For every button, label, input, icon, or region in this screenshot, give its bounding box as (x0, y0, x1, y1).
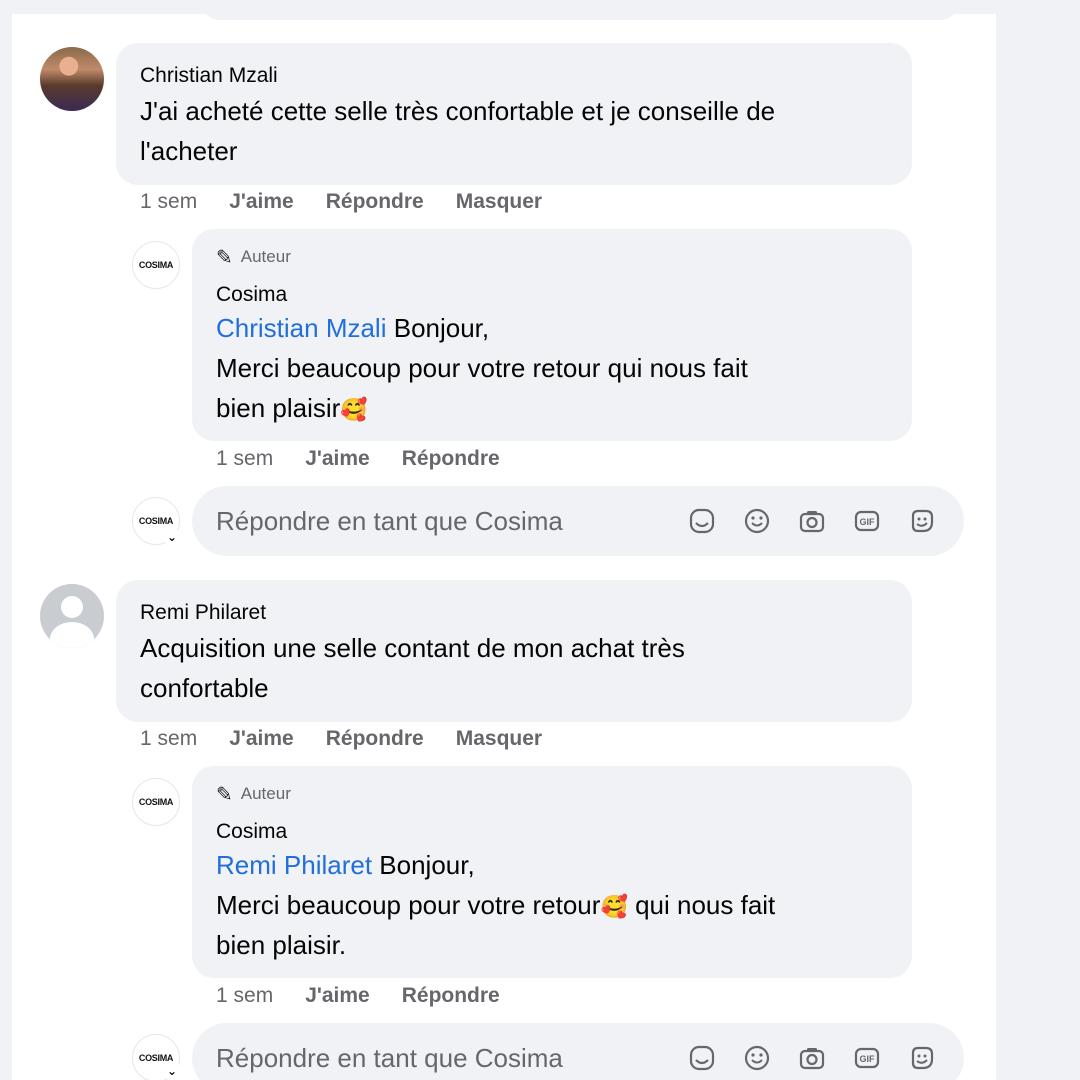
mention-link[interactable]: Remi Philaret (216, 850, 372, 880)
previous-comment-bubble (200, 0, 960, 20)
reply-input-toolbar: GIF (663, 1042, 938, 1074)
comment-author[interactable]: Remi Philaret (140, 601, 266, 625)
emoji-icon[interactable] (741, 1042, 773, 1074)
svg-text:GIF: GIF (860, 517, 876, 527)
reply-input-placeholder: Répondre en tant que Cosima (216, 1042, 563, 1073)
comment-text-line: confortable (140, 673, 269, 703)
sticker-icon[interactable] (906, 1042, 938, 1074)
sticker-icon[interactable] (906, 505, 938, 537)
like-button[interactable]: J'aime (229, 727, 294, 751)
comment-author[interactable]: Christian Mzali (140, 64, 278, 88)
reply-input-toolbar: GIF (663, 505, 938, 537)
avatar-remi-philaret[interactable] (40, 584, 104, 648)
avatar-label: COSIMA (138, 260, 174, 270)
pen-icon: ✎ (216, 782, 233, 806)
chevron-down-icon[interactable]: ⌄ (163, 1062, 181, 1080)
reply-time[interactable]: 1 sem (216, 984, 273, 1008)
gif-icon[interactable]: GIF (851, 505, 883, 537)
pen-icon: ✎ (216, 245, 233, 269)
reply-button[interactable]: Répondre (402, 447, 500, 471)
reply-button[interactable]: Répondre (402, 984, 500, 1008)
comment-time[interactable]: 1 sem (140, 727, 197, 751)
reply-actions: 1 sem J'aime Répondre (216, 984, 532, 1008)
author-badge: ✎ Auteur (216, 782, 291, 806)
default-user-icon (61, 596, 83, 618)
avatar-cosima[interactable]: COSIMA (132, 241, 180, 289)
reply-text-line: bien plaisir🥰 (216, 388, 368, 431)
hide-button[interactable]: Masquer (456, 727, 542, 751)
reply-author[interactable]: Cosima (216, 820, 287, 844)
smiling-hearts-emoji-icon: 🥰 (600, 895, 628, 920)
reply-input[interactable]: Répondre en tant que Cosima GIF (192, 486, 964, 556)
like-button[interactable]: J'aime (305, 984, 370, 1008)
comment-text-line: l'acheter (140, 136, 238, 166)
reply-text-line: Christian Mzali Bonjour, (216, 313, 490, 343)
svg-text:GIF: GIF (860, 1054, 876, 1064)
reply-input[interactable]: Répondre en tant que Cosima GIF (192, 1023, 964, 1080)
reply-time[interactable]: 1 sem (216, 447, 273, 471)
hide-button[interactable]: Masquer (456, 190, 542, 214)
camera-icon[interactable] (796, 505, 828, 537)
comment-actions: 1 sem J'aime Répondre Masquer (140, 190, 574, 214)
reply-input-placeholder: Répondre en tant que Cosima (216, 505, 563, 536)
reply-text-line: bien plaisir. (216, 930, 347, 960)
mention-link[interactable]: Christian Mzali (216, 313, 387, 343)
chevron-down-icon[interactable]: ⌄ (163, 528, 181, 546)
reply-author[interactable]: Cosima (216, 283, 287, 307)
avatar-sticker-icon[interactable] (686, 505, 718, 537)
avatar-label: COSIMA (138, 797, 174, 807)
comment-text-line: Acquisition une selle contant de mon ach… (140, 633, 685, 663)
camera-icon[interactable] (796, 1042, 828, 1074)
avatar-sticker-icon[interactable] (686, 1042, 718, 1074)
reply-button[interactable]: Répondre (326, 190, 424, 214)
smiling-hearts-emoji-icon: 🥰 (340, 398, 368, 423)
author-badge: ✎ Auteur (216, 245, 291, 269)
like-button[interactable]: J'aime (305, 447, 370, 471)
like-button[interactable]: J'aime (229, 190, 294, 214)
avatar-cosima[interactable]: COSIMA (132, 778, 180, 826)
reply-text-line: Remi Philaret Bonjour, (216, 850, 475, 880)
emoji-icon[interactable] (741, 505, 773, 537)
reply-button[interactable]: Répondre (326, 727, 424, 751)
reply-text-line: Merci beaucoup pour votre retour🥰 qui no… (216, 885, 775, 928)
reply-actions: 1 sem J'aime Répondre (216, 447, 532, 471)
gif-icon[interactable]: GIF (851, 1042, 883, 1074)
comment-text-line: J'ai acheté cette selle très confortable… (140, 96, 776, 126)
comment-actions: 1 sem J'aime Répondre Masquer (140, 727, 574, 751)
reply-text-line: Merci beaucoup pour votre retour qui nou… (216, 353, 748, 383)
avatar-christian-mzali[interactable] (40, 47, 104, 111)
comment-time[interactable]: 1 sem (140, 190, 197, 214)
